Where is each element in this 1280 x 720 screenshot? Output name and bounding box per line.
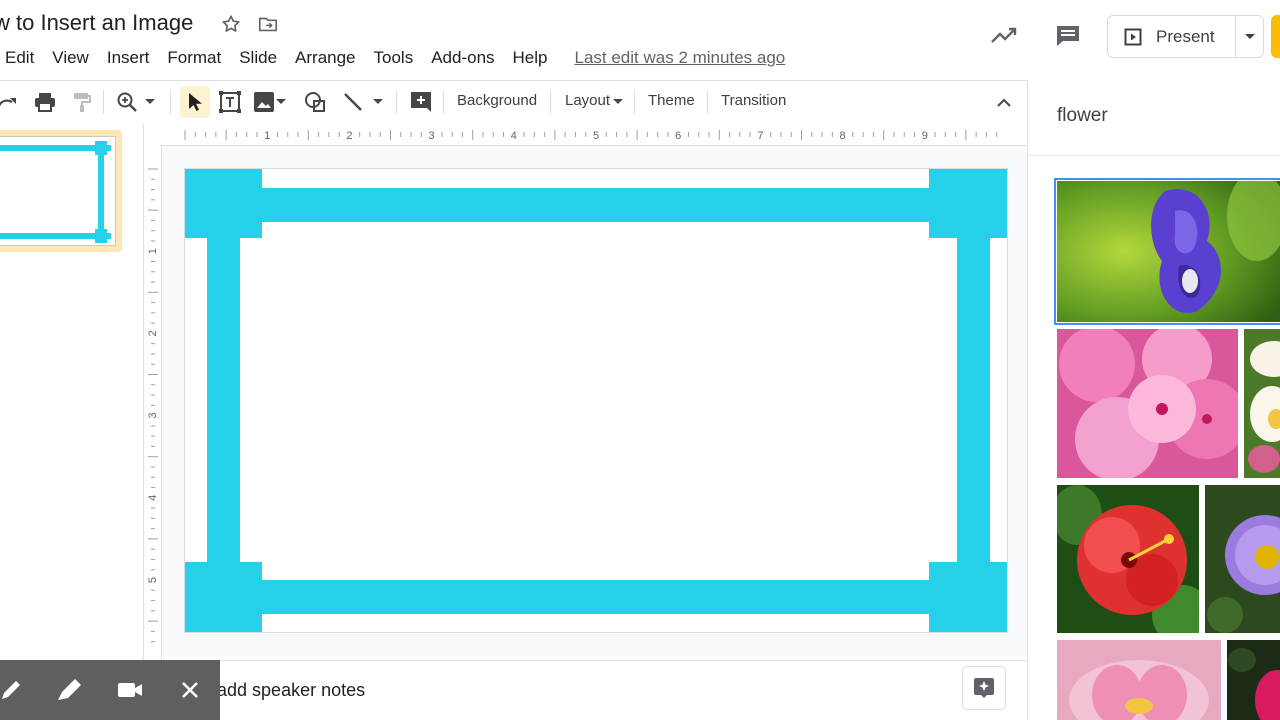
ruler-label: 4 bbox=[147, 495, 159, 501]
frame-left-bar[interactable] bbox=[207, 238, 240, 562]
speaker-notes-placeholder[interactable]: o add speaker notes bbox=[202, 680, 365, 701]
image-result-dark-flower[interactable] bbox=[1227, 640, 1280, 720]
frame-top-bar[interactable] bbox=[262, 188, 929, 222]
ruler-label: 8 bbox=[840, 130, 846, 142]
toolbar-separator bbox=[170, 90, 171, 114]
toolbar-separator bbox=[634, 90, 635, 114]
zoom-chevron-down-icon[interactable] bbox=[143, 90, 157, 114]
present-button[interactable]: Present bbox=[1107, 15, 1264, 58]
line-chevron-down-icon[interactable] bbox=[371, 90, 385, 114]
menu-view[interactable]: View bbox=[52, 48, 89, 68]
menu-edit[interactable]: Edit bbox=[5, 48, 34, 68]
move-to-folder-icon[interactable] bbox=[257, 13, 279, 35]
ruler-label: 2 bbox=[346, 130, 352, 142]
toolbar-separator bbox=[103, 90, 104, 114]
star-icon[interactable] bbox=[220, 13, 242, 35]
pen-icon[interactable] bbox=[0, 677, 24, 703]
chevron-down-icon bbox=[1244, 33, 1255, 39]
frame-corner-bottom-left[interactable] bbox=[185, 562, 262, 632]
menu-tools[interactable]: Tools bbox=[374, 48, 414, 68]
ruler-label: 1 bbox=[147, 248, 159, 254]
toolbar-separator bbox=[396, 90, 397, 114]
explore-icon bbox=[974, 678, 994, 698]
toolbar-separator bbox=[443, 90, 444, 114]
frame-right-bar[interactable] bbox=[957, 238, 990, 562]
layout-button[interactable]: Layout bbox=[565, 92, 610, 109]
ruler-label: 9 bbox=[922, 130, 928, 142]
menu-bar: Edit View Insert Format Slide Arrange To… bbox=[0, 46, 803, 70]
close-icon[interactable] bbox=[177, 677, 203, 703]
ruler-label: 6 bbox=[675, 130, 681, 142]
theme-button[interactable]: Theme bbox=[648, 92, 695, 109]
present-icon bbox=[1124, 28, 1142, 45]
menu-insert[interactable]: Insert bbox=[107, 48, 150, 68]
vertical-ruler: 1 2 3 4 5 bbox=[144, 146, 162, 660]
ruler-label: 7 bbox=[757, 130, 763, 142]
ruler-label: 2 bbox=[147, 330, 159, 336]
insert-image-icon[interactable] bbox=[252, 90, 276, 114]
slide-editor[interactable] bbox=[185, 169, 1007, 632]
ruler-corner bbox=[144, 124, 160, 146]
panel-divider bbox=[1027, 155, 1280, 156]
image-result-butterfly-pea[interactable] bbox=[1054, 178, 1280, 325]
image-result-red-hibiscus[interactable] bbox=[1057, 485, 1199, 633]
collapse-toolbar-icon[interactable] bbox=[992, 90, 1016, 114]
frame-corner-bottom-right[interactable] bbox=[929, 562, 1007, 632]
image-chevron-down-icon[interactable] bbox=[274, 90, 288, 114]
line-icon[interactable] bbox=[341, 90, 365, 114]
menu-slide[interactable]: Slide bbox=[239, 48, 277, 68]
ruler-label: 5 bbox=[147, 577, 159, 583]
zoom-icon[interactable] bbox=[115, 90, 139, 114]
menu-arrange[interactable]: Arrange bbox=[295, 48, 355, 68]
highlighter-icon[interactable] bbox=[56, 677, 82, 703]
present-label: Present bbox=[1156, 26, 1215, 46]
ruler-label: 3 bbox=[147, 413, 159, 419]
toolbar-separator bbox=[707, 90, 708, 114]
print-icon[interactable] bbox=[33, 90, 57, 114]
ruler-label: 3 bbox=[429, 130, 435, 142]
text-box-icon[interactable] bbox=[218, 90, 242, 114]
image-search-query[interactable]: flower bbox=[1057, 105, 1108, 127]
image-result-purple-aster[interactable] bbox=[1205, 485, 1280, 633]
image-result-plumeria[interactable] bbox=[1244, 329, 1280, 478]
shape-icon[interactable] bbox=[303, 90, 327, 114]
activity-trend-icon[interactable] bbox=[990, 24, 1018, 53]
image-result-lotus[interactable] bbox=[1057, 640, 1221, 720]
explore-button[interactable] bbox=[962, 666, 1006, 710]
frame-corner-top-left[interactable] bbox=[185, 169, 262, 238]
image-result-pink-azalea[interactable] bbox=[1057, 329, 1238, 478]
menu-addons[interactable]: Add-ons bbox=[431, 48, 494, 68]
background-button[interactable]: Background bbox=[457, 92, 537, 109]
transition-button[interactable]: Transition bbox=[721, 92, 786, 109]
layout-chevron-down-icon[interactable] bbox=[611, 90, 625, 114]
menu-help[interactable]: Help bbox=[513, 48, 548, 68]
paint-format-icon[interactable] bbox=[70, 90, 94, 114]
ruler-label: 5 bbox=[593, 130, 599, 142]
frame-corner-top-right[interactable] bbox=[929, 169, 1007, 238]
camera-icon[interactable] bbox=[117, 677, 143, 703]
redo-icon[interactable] bbox=[0, 90, 20, 114]
horizontal-ruler: 1 2 3 4 5 6 7 8 9 bbox=[160, 124, 1026, 146]
ruler-label: 1 bbox=[264, 130, 270, 142]
ruler-label: 4 bbox=[511, 130, 517, 142]
toolbar-separator bbox=[550, 90, 551, 114]
document-title[interactable]: w to Insert an Image bbox=[0, 10, 193, 36]
present-options-caret[interactable] bbox=[1236, 33, 1263, 41]
comments-icon[interactable] bbox=[1054, 23, 1082, 54]
add-comment-icon[interactable] bbox=[409, 90, 433, 114]
last-edit-link[interactable]: Last edit was 2 minutes ago bbox=[575, 48, 786, 68]
share-button[interactable] bbox=[1271, 15, 1280, 58]
slide-thumbnail-1[interactable] bbox=[0, 136, 116, 246]
frame-bottom-bar[interactable] bbox=[262, 580, 929, 614]
thumbnail-frame bbox=[0, 141, 111, 243]
menu-format[interactable]: Format bbox=[167, 48, 221, 68]
select-cursor-icon[interactable] bbox=[183, 90, 207, 114]
